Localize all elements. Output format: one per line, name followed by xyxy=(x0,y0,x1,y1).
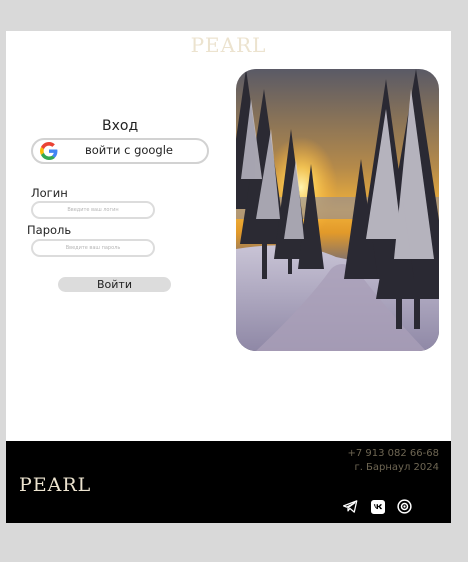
login-title: Вход xyxy=(102,118,139,134)
footer-contacts: +7 913 082 66-68 г. Барнаул 2024 xyxy=(347,447,439,475)
social-links xyxy=(342,498,413,515)
login-input[interactable] xyxy=(31,201,155,219)
header-logo[interactable]: PEARL xyxy=(6,33,451,57)
footer-phone[interactable]: +7 913 082 66-68 xyxy=(347,447,439,461)
footer-address: г. Барнаул 2024 xyxy=(354,462,439,473)
google-login-button[interactable]: войти с google xyxy=(31,138,209,164)
footer: PEARL +7 913 082 66-68 г. Барнаул 2024 xyxy=(6,441,451,523)
vk-icon[interactable] xyxy=(369,498,386,515)
login-label: Логин xyxy=(31,186,68,200)
google-login-label: войти с google xyxy=(84,143,174,157)
submit-button[interactable]: Войти xyxy=(58,277,171,292)
winter-forest-photo xyxy=(236,69,439,351)
telegram-icon[interactable] xyxy=(342,498,359,515)
instagram-icon[interactable] xyxy=(396,498,413,515)
password-label: Пароль xyxy=(27,223,72,237)
password-input[interactable] xyxy=(31,239,155,257)
footer-logo[interactable]: PEARL xyxy=(19,474,91,496)
